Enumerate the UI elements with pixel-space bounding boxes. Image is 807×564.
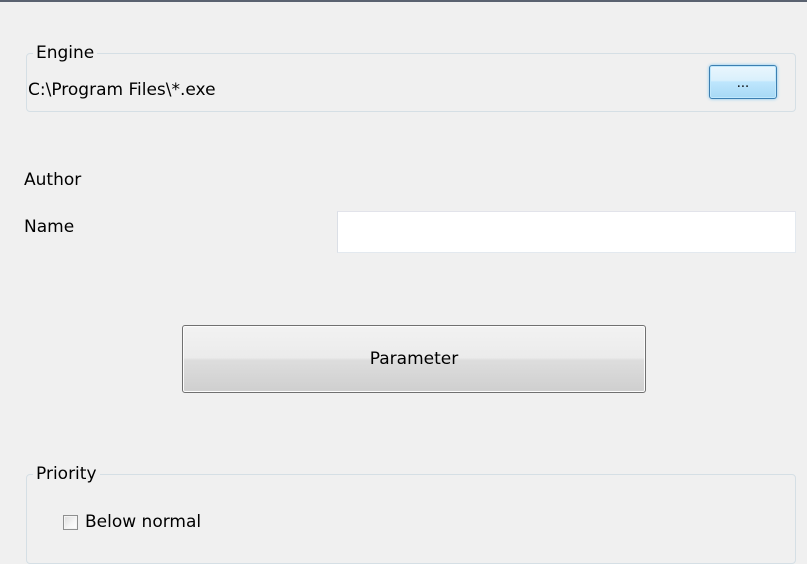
below-normal-checkbox[interactable] (63, 514, 78, 530)
top-divider (0, 0, 807, 2)
browse-engine-button[interactable]: ... (709, 65, 777, 99)
below-normal-checkbox-row[interactable]: Below normal (63, 511, 201, 533)
priority-group: Priority Below normal (26, 464, 796, 564)
below-normal-label[interactable]: Below normal (85, 511, 201, 533)
priority-group-legend: Priority (33, 464, 100, 484)
engine-group-legend: Engine (33, 43, 98, 63)
parameter-button[interactable]: Parameter (182, 325, 646, 393)
engine-path-text: C:\Program Files\*.exe (28, 80, 216, 100)
author-section-label: Author (24, 170, 82, 190)
author-name-input[interactable] (337, 211, 796, 253)
name-label: Name (24, 217, 75, 237)
engine-group: Engine C:\Program Files\*.exe ... (26, 43, 796, 112)
